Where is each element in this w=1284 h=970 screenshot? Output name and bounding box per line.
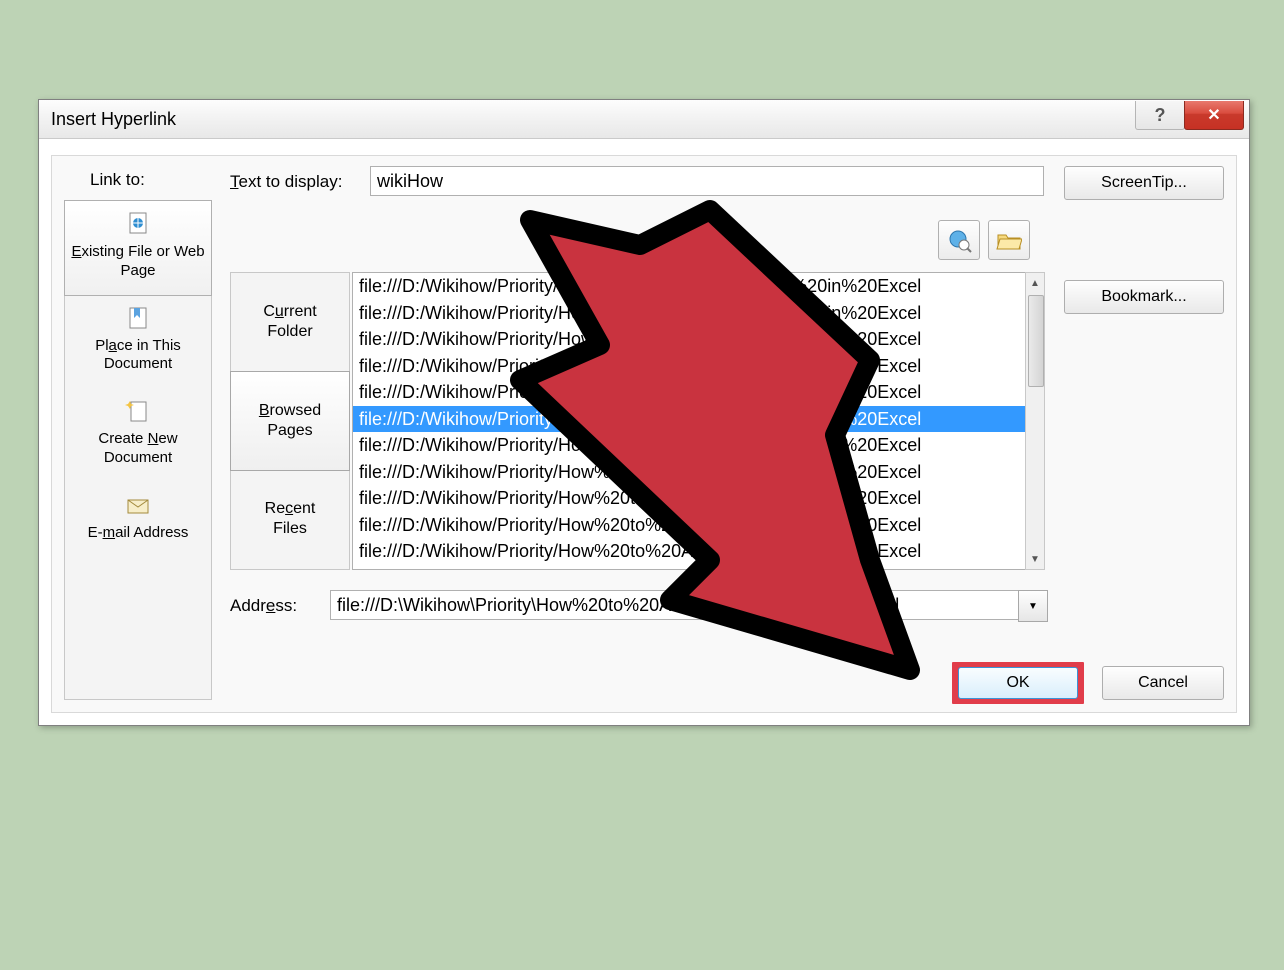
dialog-body: Link to: Existing File or Web Page Place… [51, 155, 1237, 713]
screentip-button[interactable]: ScreenTip... [1064, 166, 1224, 200]
text-to-display-label: Text to display: [230, 172, 342, 192]
linkto-existing-label: Existing File or Web Page [71, 243, 204, 279]
link-to-panel: Existing File or Web Page Place in This … [64, 200, 212, 700]
list-item[interactable]: file:///D:/Wikihow/Priority/How%20to%20A… [353, 273, 1025, 300]
tab-current-folder[interactable]: CurrentFolder [231, 273, 349, 372]
scroll-thumb[interactable] [1028, 295, 1044, 387]
cancel-button[interactable]: Cancel [1102, 666, 1224, 700]
list-item[interactable]: file:///D:/Wikihow/Priority/How%20to%20A… [353, 485, 1025, 512]
titlebar: Insert Hyperlink ? ✕ [39, 100, 1249, 139]
tab-recent-files[interactable]: RecentFiles [231, 470, 349, 568]
link-to-label: Link to: [90, 170, 145, 190]
list-item[interactable]: file:///D:/Wikihow/Priority/How%20to%20A… [353, 353, 1025, 380]
help-button[interactable]: ? [1135, 101, 1185, 130]
address-dropdown-button[interactable]: ▼ [1018, 590, 1048, 622]
close-button[interactable]: ✕ [1184, 101, 1244, 130]
email-icon [124, 492, 152, 520]
scroll-up-icon[interactable]: ▲ [1026, 273, 1044, 293]
globe-search-icon [946, 227, 972, 253]
linkto-create-new[interactable]: Create New Document [65, 388, 211, 482]
list-item[interactable]: file:///D:/Wikihow/Priority/How%20to%20A… [353, 459, 1025, 486]
linkto-email[interactable]: E-mail Address [65, 482, 211, 557]
scroll-down-icon[interactable]: ▼ [1026, 549, 1044, 569]
folder-open-icon [996, 227, 1022, 253]
bookmark-button[interactable]: Bookmark... [1064, 280, 1224, 314]
linkto-place-in-document[interactable]: Place in This Document [65, 295, 211, 389]
insert-hyperlink-dialog: Insert Hyperlink ? ✕ Link to: Existing F… [38, 99, 1250, 726]
list-item[interactable]: file:///C:/Matthiu/Personality/1520_9151… [353, 565, 1025, 571]
new-page-icon [124, 398, 152, 426]
browse-file-button[interactable] [988, 220, 1030, 260]
page-globe-icon [124, 211, 152, 239]
location-tabs: CurrentFolder BrowsedPages RecentFiles [230, 272, 350, 570]
list-item[interactable]: file:///D:/Wikihow/Priority/How%20to%20A… [353, 300, 1025, 327]
list-item[interactable]: file:///D:/Wikihow/Priority/How%20to%20A… [353, 512, 1025, 539]
file-list-scrollbar[interactable]: ▲ ▼ [1025, 272, 1045, 570]
ok-button[interactable]: OK [958, 667, 1078, 699]
chevron-down-icon: ▼ [1028, 601, 1038, 612]
list-item[interactable]: file:///D:/Wikihow/Priority/How%20to%20A… [353, 538, 1025, 565]
address-input[interactable] [330, 590, 1024, 620]
list-item-selected[interactable]: file:///D:/Wikihow/Priority/How%20to%20A… [353, 406, 1025, 433]
ok-highlight: OK [952, 662, 1084, 704]
list-item[interactable]: file:///D:/Wikihow/Priority/How%20to%20A… [353, 379, 1025, 406]
page-bookmark-icon [124, 305, 152, 333]
linkto-place-label: Place in This Document [95, 337, 181, 373]
linkto-email-label: E-mail Address [88, 524, 189, 541]
linkto-existing-file[interactable]: Existing File or Web Page [64, 200, 212, 296]
tab-browsed-pages[interactable]: BrowsedPages [230, 371, 350, 471]
address-label: Address: [230, 596, 297, 616]
file-list[interactable]: file:///D:/Wikihow/Priority/How%20to%20A… [352, 272, 1026, 570]
browse-web-button[interactable] [938, 220, 980, 260]
browse-toolbar [938, 220, 1030, 260]
text-to-display-input[interactable] [370, 166, 1044, 196]
list-item[interactable]: file:///D:/Wikihow/Priority/How%20to%20A… [353, 432, 1025, 459]
linkto-createnew-label: Create New Document [98, 430, 177, 466]
list-item[interactable]: file:///D:/Wikihow/Priority/How%20to%20A… [353, 326, 1025, 353]
close-icon: ✕ [1207, 105, 1220, 125]
dialog-title: Insert Hyperlink [39, 109, 176, 130]
